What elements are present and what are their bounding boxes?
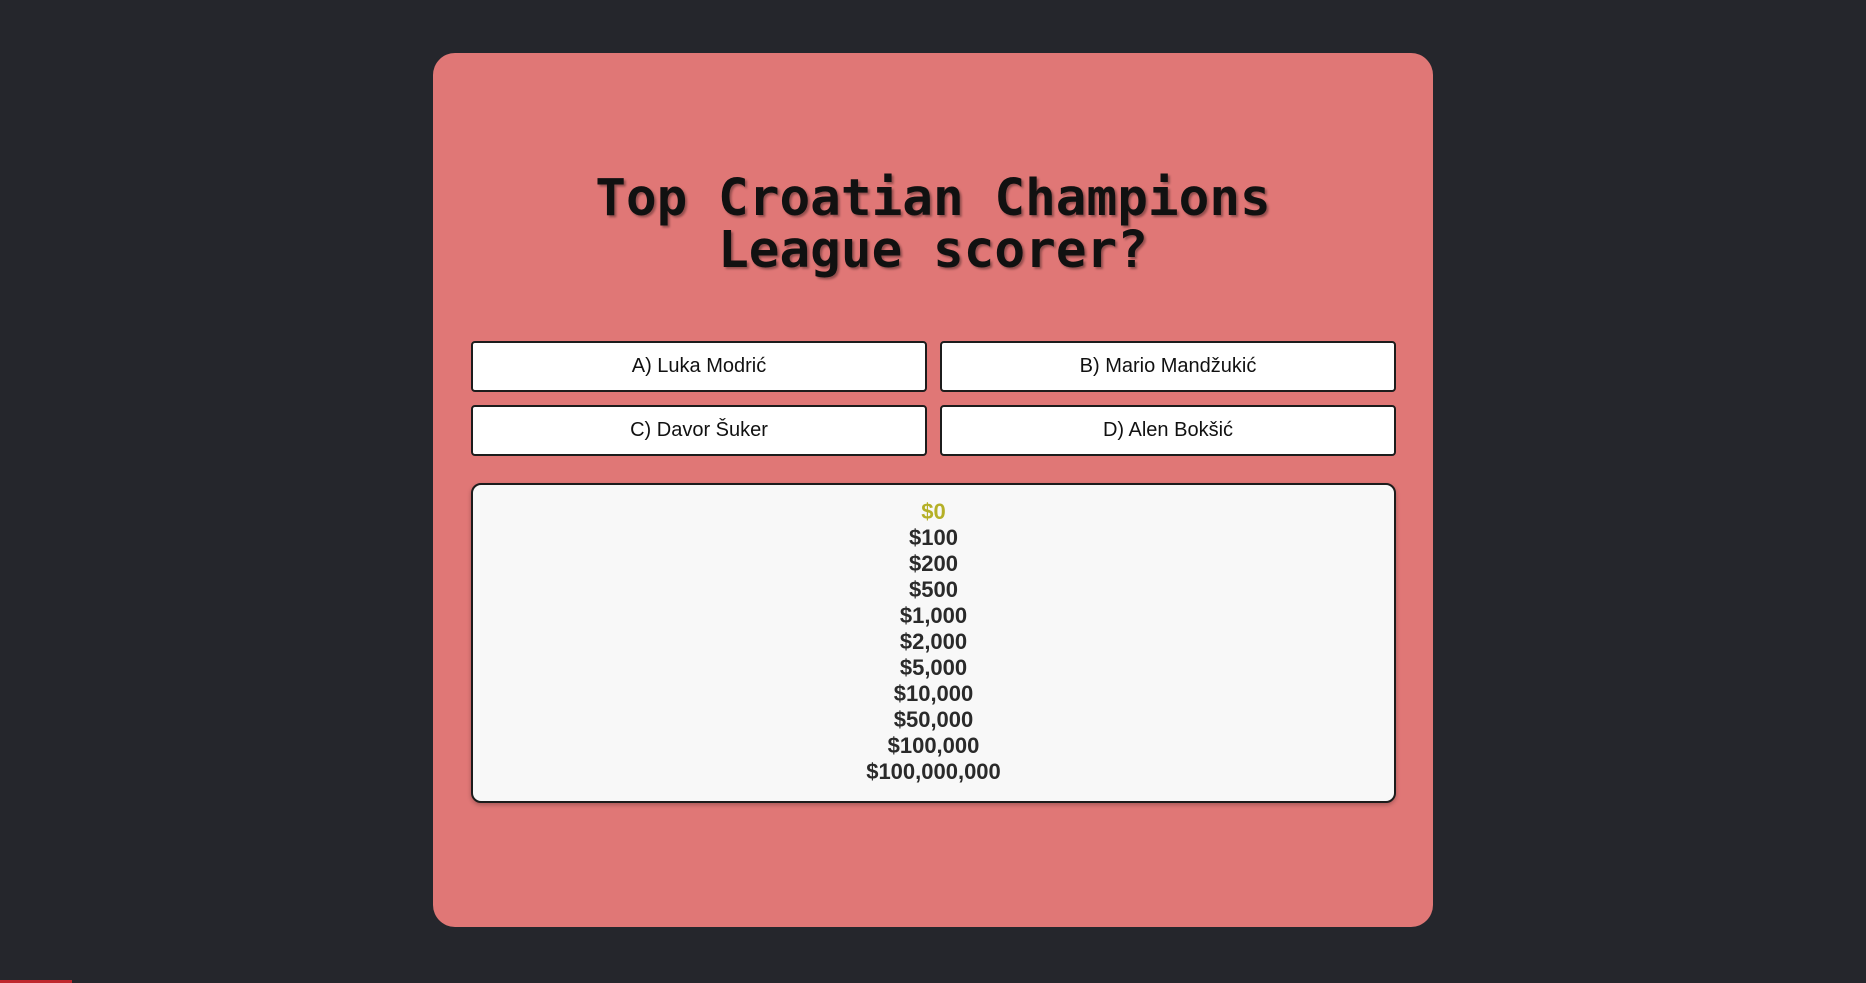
question-line-2: League scorer? bbox=[718, 221, 1148, 280]
prize-level: $500 bbox=[909, 577, 958, 602]
prize-level: $5,000 bbox=[899, 655, 968, 680]
answer-d-button[interactable]: D) Alen Bokšić bbox=[940, 405, 1396, 456]
question-text: Top Croatian Champions League scorer? bbox=[433, 173, 1433, 277]
prize-level: $50,000 bbox=[893, 707, 974, 732]
prize-level: $200 bbox=[909, 551, 958, 576]
prize-level: $100,000,000 bbox=[866, 759, 1001, 784]
prize-level: $10,000 bbox=[893, 681, 974, 706]
answer-c-button[interactable]: C) Davor Šuker bbox=[471, 405, 927, 456]
answer-a-button[interactable]: A) Luka Modrić bbox=[471, 341, 927, 392]
prize-ladder: $0 $100 $200 $500 $1,000 $2,000 $5,000 $… bbox=[471, 483, 1396, 803]
prize-level: $2,000 bbox=[899, 629, 968, 654]
answer-b-button[interactable]: B) Mario Mandžukić bbox=[940, 341, 1396, 392]
prize-level: $1,000 bbox=[899, 603, 968, 628]
current-prize-level: $0 bbox=[921, 499, 946, 524]
prize-level: $100 bbox=[909, 525, 958, 550]
question-line-1: Top Croatian Champions bbox=[595, 169, 1271, 228]
quiz-card: Top Croatian Champions League scorer? A)… bbox=[433, 53, 1433, 927]
answer-grid: A) Luka Modrić B) Mario Mandžukić C) Dav… bbox=[471, 341, 1396, 456]
prize-level: $100,000 bbox=[887, 733, 980, 758]
